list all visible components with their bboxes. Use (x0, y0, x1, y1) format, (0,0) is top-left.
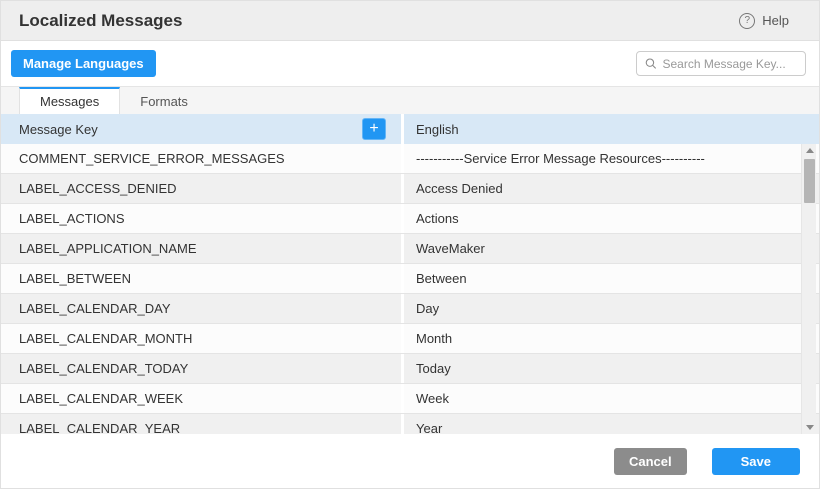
english-value-cell[interactable]: Month (404, 324, 819, 353)
table-row[interactable]: LABEL_CALENDAR_DAY Day (1, 294, 819, 324)
scroll-up-icon[interactable] (802, 144, 817, 157)
plus-icon: + (369, 119, 378, 139)
search-icon (645, 57, 657, 70)
message-key-cell[interactable]: COMMENT_SERVICE_ERROR_MESSAGES (1, 144, 404, 173)
english-value-cell[interactable]: Week (404, 384, 819, 413)
column-header-message-key: Message Key + (1, 114, 404, 144)
english-column-label: English (416, 122, 459, 137)
english-value-cell[interactable]: WaveMaker (404, 234, 819, 263)
add-message-button[interactable]: + (362, 118, 386, 140)
scrollbar-thumb[interactable] (804, 159, 815, 203)
table-row[interactable]: LABEL_CALENDAR_TODAY Today (1, 354, 819, 384)
message-key-cell[interactable]: LABEL_CALENDAR_DAY (1, 294, 404, 323)
search-box[interactable] (636, 51, 806, 76)
tab-bar: Messages Formats (1, 86, 819, 114)
message-key-cell[interactable]: LABEL_CALENDAR_WEEK (1, 384, 404, 413)
english-value-cell[interactable]: Actions (404, 204, 819, 233)
tab-messages[interactable]: Messages (19, 87, 120, 114)
rows-container: COMMENT_SERVICE_ERROR_MESSAGES ---------… (1, 144, 819, 434)
toolbar: Manage Languages (1, 41, 819, 86)
vertical-scrollbar[interactable] (801, 144, 816, 434)
localized-messages-dialog: Localized Messages ? Help Manage Languag… (0, 0, 820, 489)
english-value-cell[interactable]: Today (404, 354, 819, 383)
english-value-cell[interactable]: Between (404, 264, 819, 293)
scroll-down-icon[interactable] (802, 421, 817, 434)
english-value-cell[interactable]: Day (404, 294, 819, 323)
english-value-cell[interactable]: -----------Service Error Message Resourc… (404, 144, 819, 173)
message-key-cell[interactable]: LABEL_APPLICATION_NAME (1, 234, 404, 263)
table-body: COMMENT_SERVICE_ERROR_MESSAGES ---------… (1, 144, 819, 434)
message-key-cell[interactable]: LABEL_ACCESS_DENIED (1, 174, 404, 203)
search-input[interactable] (663, 57, 798, 71)
help-button[interactable]: ? Help (739, 13, 789, 29)
manage-languages-button[interactable]: Manage Languages (11, 50, 156, 77)
message-key-cell[interactable]: LABEL_ACTIONS (1, 204, 404, 233)
message-key-cell[interactable]: LABEL_CALENDAR_TODAY (1, 354, 404, 383)
message-key-cell[interactable]: LABEL_BETWEEN (1, 264, 404, 293)
message-key-cell[interactable]: LABEL_CALENDAR_YEAR (1, 414, 404, 434)
help-icon: ? (739, 13, 755, 29)
titlebar: Localized Messages ? Help (1, 1, 819, 41)
table-row[interactable]: COMMENT_SERVICE_ERROR_MESSAGES ---------… (1, 144, 819, 174)
save-button[interactable]: Save (712, 448, 800, 475)
table-header: Message Key + English (1, 114, 819, 144)
column-header-english: English (404, 114, 819, 144)
message-key-column-label: Message Key (19, 122, 98, 137)
tab-formats[interactable]: Formats (120, 87, 208, 114)
table-row[interactable]: LABEL_CALENDAR_YEAR Year (1, 414, 819, 434)
table-row[interactable]: LABEL_APPLICATION_NAME WaveMaker (1, 234, 819, 264)
table-row[interactable]: LABEL_CALENDAR_MONTH Month (1, 324, 819, 354)
table-row[interactable]: LABEL_BETWEEN Between (1, 264, 819, 294)
table-row[interactable]: LABEL_ACTIONS Actions (1, 204, 819, 234)
help-label: Help (762, 13, 789, 28)
page-title: Localized Messages (19, 11, 182, 31)
table-row[interactable]: LABEL_ACCESS_DENIED Access Denied (1, 174, 819, 204)
cancel-button[interactable]: Cancel (614, 448, 687, 475)
messages-table: Message Key + English COMMENT_SERVICE_ER… (1, 114, 819, 434)
footer: Cancel Save (1, 434, 819, 488)
table-row[interactable]: LABEL_CALENDAR_WEEK Week (1, 384, 819, 414)
english-value-cell[interactable]: Access Denied (404, 174, 819, 203)
english-value-cell[interactable]: Year (404, 414, 819, 434)
message-key-cell[interactable]: LABEL_CALENDAR_MONTH (1, 324, 404, 353)
